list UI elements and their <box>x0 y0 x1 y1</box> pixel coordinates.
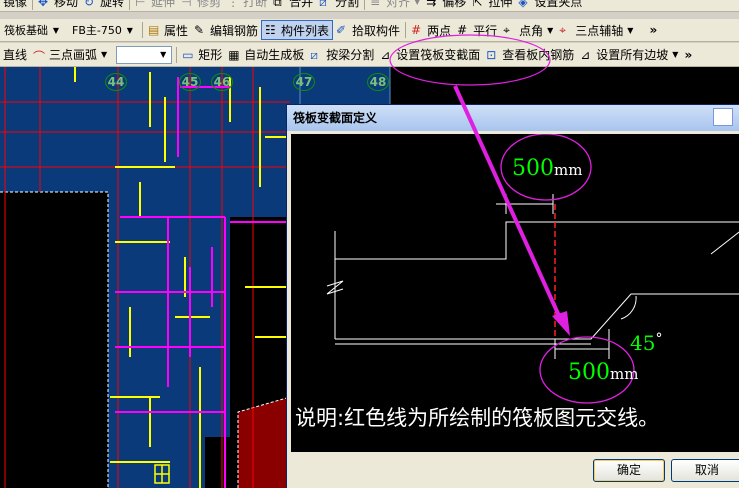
trim-button[interactable]: ⊣ 修剪 <box>178 0 224 11</box>
toolbar-divider <box>176 46 178 63</box>
pick-component-button[interactable]: ✐ 拾取构件 <box>333 20 403 40</box>
toolbar-divider <box>129 0 131 10</box>
dialog-description: 说明:红色线为所绘制的筏板图元交线。 <box>295 406 660 430</box>
axis-label: 46 <box>211 73 233 91</box>
trim-icon: ⊣ <box>181 0 192 9</box>
draw-toolbar: 直线 ⌒ 三点画弧 ▼ ▼ ▭ 矩形 ▦ 自动生成板 ⧄ 按梁分割 ⊿ 设置筏板变截面 ⊡ 查… <box>0 43 739 67</box>
properties-button[interactable]: ▤ 属性 <box>145 20 191 40</box>
point-angle-icon: ⌖ <box>503 23 510 37</box>
two-point-icon: # <box>411 23 422 37</box>
move-button[interactable]: ✥ 移动 <box>35 0 81 11</box>
edit-toolbar: 镜像 ✥ 移动 ↻ 旋转 ⊢ 延伸 ⊣ 修剪 ⋮ 打断 ⧉ 合并 ⧄ 分割 ≡ 对齐 ▼ ⇉ 偏移 … <box>0 0 739 12</box>
stretch-button[interactable]: ⇱ 拉伸 <box>469 0 515 11</box>
set-raft-section-change-button[interactable]: ⊿ 设置筏板变截面 <box>377 45 483 65</box>
properties-icon: ▤ <box>148 23 160 37</box>
axis-label: 48 <box>367 73 389 91</box>
component-toolbar: 筏板基础 ▼ FB主-750 ▼ ▤ 属性 ✎ 编辑钢筋 ☷ 构件列表 ✐ 拾取构件 # 两点… <box>0 19 739 42</box>
dialog-title: 筏板变截面定义 <box>287 105 739 131</box>
bottom-dimension-label: 500mm <box>568 360 639 385</box>
axis-label: 47 <box>293 73 315 91</box>
chevron-down-icon: ▼ <box>414 0 421 6</box>
three-point-axis-button[interactable]: ⌖ 三点辅轴 ▼ <box>556 20 636 40</box>
two-point-axis-button[interactable]: # 两点 <box>408 20 454 40</box>
split-by-beam-button[interactable]: ⧄ 按梁分割 <box>307 45 377 65</box>
top-dimension-label: 500mm <box>512 156 583 181</box>
slope-angle-label: 45° <box>630 331 663 355</box>
set-all-slopes-button[interactable]: ⊿ 设置所有边坡 ▼ <box>577 45 681 65</box>
split-beam-icon: ⧄ <box>310 47 318 62</box>
chevron-down-icon: ▼ <box>52 25 60 35</box>
axis-label: 45 <box>179 73 201 91</box>
cancel-button[interactable]: 取消 <box>671 459 739 482</box>
toolbar-divider <box>364 0 366 10</box>
auto-generate-icon: ▦ <box>228 47 240 62</box>
ok-button[interactable]: 确定 <box>593 459 665 482</box>
chevron-down-icon: ▼ <box>627 25 634 35</box>
set-grip-button[interactable]: ◈ 设置夹点 <box>515 0 585 11</box>
rotate-icon: ↻ <box>84 0 95 9</box>
edit-rebar-icon: ✎ <box>194 23 205 37</box>
component-select[interactable]: FB主-750 ▼ <box>70 21 138 39</box>
extend-icon: ⊢ <box>135 0 146 9</box>
offset-button[interactable]: ⇉ 偏移 <box>423 0 469 11</box>
chevron-down-icon: ▼ <box>126 25 133 35</box>
auto-generate-slab-button[interactable]: ▦ 自动生成板 <box>225 45 307 65</box>
arc-option-select[interactable]: ▼ <box>116 45 173 64</box>
category-select[interactable]: 筏板基础 ▼ <box>2 21 66 39</box>
parallel-axis-button[interactable]: # 平行 <box>454 20 500 40</box>
edit-rebar-button[interactable]: ✎ 编辑钢筋 <box>191 20 261 40</box>
merge-icon: ⧉ <box>273 0 282 9</box>
slope-icon: ⊿ <box>580 47 591 62</box>
view-rebar-icon: ⊡ <box>486 47 497 62</box>
split-button[interactable]: ⧄ 分割 <box>316 0 362 11</box>
offset-icon: ⇉ <box>426 0 437 9</box>
view-slab-rebar-button[interactable]: ⊡ 查看板内钢筋 <box>483 45 577 65</box>
pick-icon: ✐ <box>336 23 347 37</box>
chevron-down-icon: ▼ <box>672 50 679 59</box>
merge-button[interactable]: ⧉ 合并 <box>270 0 316 11</box>
chevron-down-icon: ▼ <box>101 50 108 59</box>
stretch-icon: ⇱ <box>472 0 483 9</box>
break-icon: ⋮ <box>227 0 240 9</box>
three-point-arc-button[interactable]: ⌒ 三点画弧 ▼ <box>30 45 110 65</box>
split-icon: ⧄ <box>319 0 327 9</box>
toolbar-divider <box>405 22 407 38</box>
grip-icon: ◈ <box>518 0 528 9</box>
three-point-icon: ⌖ <box>559 23 567 37</box>
toolbar-divider <box>142 22 143 38</box>
align-icon: ≡ <box>370 0 381 9</box>
rectangle-button[interactable]: ▭ 矩形 <box>179 45 225 65</box>
diagram-panel: 500mm 500mm 45° 说明:红色线为所绘制的筏板图元交线。 <box>291 134 739 452</box>
toolbar-overflow-button[interactable]: » <box>681 45 695 65</box>
parallel-icon: # <box>457 23 468 37</box>
arc-icon: ⌒ <box>33 49 46 64</box>
move-icon: ✥ <box>38 0 49 9</box>
toolbar-overflow-button[interactable]: » <box>646 20 660 40</box>
mirror-button[interactable]: 镜像 <box>0 0 30 11</box>
raft-section-dialog: 筏板变截面定义 500mm 500mm 45° 说明:红色线为所绘制的筏板图元交… <box>286 104 739 488</box>
break-button[interactable]: ⋮ 打断 <box>224 0 270 11</box>
align-button[interactable]: ≡ 对齐 ▼ <box>367 0 423 11</box>
extend-button[interactable]: ⊢ 延伸 <box>132 0 178 11</box>
list-icon: ☷ <box>265 23 276 37</box>
chevron-down-icon: ▼ <box>160 50 167 59</box>
axis-label: 44 <box>105 73 127 91</box>
chevron-down-icon: ▼ <box>547 25 554 35</box>
help-button[interactable] <box>713 108 733 126</box>
line-button[interactable]: 直线 <box>0 45 30 65</box>
component-list-button[interactable]: ☷ 构件列表 <box>261 20 334 40</box>
toolbar-divider <box>32 0 34 10</box>
point-angle-axis-button[interactable]: ⌖ 点角 ▼ <box>500 20 556 40</box>
rectangle-icon: ▭ <box>182 47 194 62</box>
rotate-button[interactable]: ↻ 旋转 <box>81 0 127 11</box>
section-change-icon: ⊿ <box>380 47 391 62</box>
